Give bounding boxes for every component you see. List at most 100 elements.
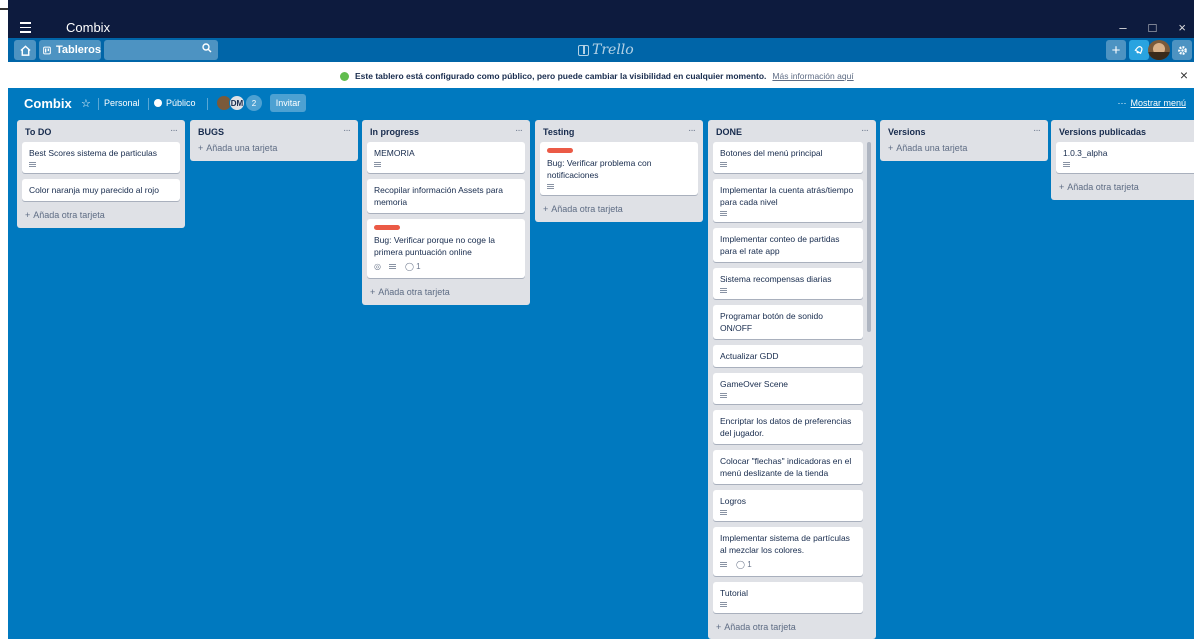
list-title[interactable]: In progress <box>370 127 419 137</box>
card[interactable]: Recopilar información Assets para memori… <box>367 179 525 213</box>
card[interactable]: GameOver Scene <box>713 373 863 404</box>
banner-more-info-link[interactable]: Más información aquí <box>772 71 853 81</box>
list-title[interactable]: Versions <box>888 127 926 137</box>
star-icon[interactable]: ☆ <box>81 97 91 110</box>
list-menu-icon[interactable]: ··· <box>861 125 869 136</box>
card-title: Botones del menú principal <box>720 148 823 158</box>
card[interactable]: Programar botón de sonido ON/OFF <box>713 305 863 339</box>
card-title: Recopilar información Assets para memori… <box>374 185 503 207</box>
card[interactable]: Sistema recompensas diarias <box>713 268 863 299</box>
list-title[interactable]: BUGS <box>198 127 224 137</box>
card[interactable]: Tutorial <box>713 582 863 613</box>
minimize-button[interactable]: – <box>1119 20 1126 35</box>
add-card-button[interactable]: + Añada una tarjeta <box>190 142 358 161</box>
comment-count: 1 <box>416 262 421 271</box>
add-card-button[interactable]: + Añada otra tarjeta <box>17 207 185 228</box>
card-title: Best Scores sistema de particulas <box>29 148 158 158</box>
card[interactable]: Colocar "flechas" indicadoras en el menú… <box>713 450 863 484</box>
add-card-label: Añada otra tarjeta <box>33 210 105 220</box>
card[interactable]: MEMORIA <box>367 142 525 173</box>
list-menu-icon[interactable]: ··· <box>1033 125 1041 136</box>
invite-button[interactable]: Invitar <box>270 94 306 112</box>
list-menu-icon[interactable]: ··· <box>343 125 351 136</box>
visibility-button[interactable]: Público <box>154 98 196 108</box>
boards-button[interactable]: Tableros <box>39 40 101 60</box>
add-card-label: Añada una tarjeta <box>896 143 968 153</box>
card[interactable]: Bug: Verificar porque no coge la primera… <box>367 219 525 278</box>
create-button[interactable]: + <box>1106 40 1126 60</box>
add-card-label: Añada otra tarjeta <box>378 287 450 297</box>
card-title: Implementar la cuenta atrás/tiempo para … <box>720 185 854 207</box>
banner-close-button[interactable]: × <box>1180 67 1188 83</box>
search-input[interactable] <box>104 40 218 60</box>
list-title[interactable]: Testing <box>543 127 574 137</box>
description-icon <box>720 288 728 294</box>
comment-icon: ◯ <box>736 560 745 569</box>
hamburger-menu-icon[interactable] <box>20 20 36 34</box>
list-menu-icon[interactable]: ··· <box>688 125 696 136</box>
card[interactable]: Encriptar los datos de preferencias del … <box>713 410 863 444</box>
user-avatar[interactable] <box>1148 40 1170 60</box>
notifications-button[interactable] <box>1129 40 1149 60</box>
list-scrollbar[interactable] <box>867 142 871 332</box>
card-title: Implementar conteo de partidas para el r… <box>720 234 840 256</box>
card-title: Sistema recompensas diarias <box>720 274 832 284</box>
board-title[interactable]: Combix <box>24 96 72 111</box>
card-title: GameOver Scene <box>720 379 789 389</box>
list-menu-icon[interactable]: ··· <box>515 125 523 136</box>
settings-button[interactable] <box>1172 40 1192 60</box>
list-todo: To DO ··· Best Scores sistema de particul… <box>17 120 185 228</box>
list-title[interactable]: To DO <box>25 127 51 137</box>
member-avatar-initials[interactable]: DM <box>229 95 245 111</box>
member-count-badge[interactable]: 2 <box>246 95 262 111</box>
description-icon <box>374 162 382 168</box>
card[interactable]: Implementar la cuenta atrás/tiempo para … <box>713 179 863 222</box>
card[interactable]: Implementar conteo de partidas para el r… <box>713 228 863 262</box>
card[interactable]: Botones del menú principal <box>713 142 863 173</box>
description-icon <box>720 393 728 399</box>
globe-icon <box>154 99 162 107</box>
add-card-button[interactable]: + Añada otra tarjeta <box>708 619 876 639</box>
list-bugs: BUGS ··· + Añada una tarjeta <box>190 120 358 161</box>
red-label <box>374 225 400 230</box>
window-title: Combix <box>66 20 111 35</box>
team-button[interactable]: Personal <box>104 98 140 108</box>
card-title: Actualizar GDD <box>720 351 779 361</box>
card-title: Bug: Verificar porque no coge la primera… <box>374 235 495 257</box>
gear-icon <box>1177 45 1187 55</box>
description-icon <box>388 264 397 270</box>
card[interactable]: Implementar sistema de partículas al mez… <box>713 527 863 576</box>
card[interactable]: 1.0.3_alpha <box>1056 142 1194 173</box>
home-icon <box>19 44 31 56</box>
card[interactable]: Best Scores sistema de particulas <box>22 142 180 173</box>
maximize-button[interactable]: □ <box>1149 20 1157 35</box>
home-button[interactable] <box>14 40 36 60</box>
trello-logo[interactable]: Trello <box>578 42 634 58</box>
card-title: Bug: Verificar problema con notificacion… <box>547 158 652 180</box>
team-label: Personal <box>104 98 140 108</box>
card-title: Tutorial <box>720 588 749 598</box>
description-icon <box>29 162 37 168</box>
add-card-button[interactable]: + Añada otra tarjeta <box>362 284 530 305</box>
list-title[interactable]: DONE <box>716 127 742 137</box>
card[interactable]: Bug: Verificar problema con notificacion… <box>540 142 698 195</box>
search-icon[interactable] <box>202 43 212 53</box>
left-edge <box>0 0 8 639</box>
list-title[interactable]: Versions publicadas <box>1059 127 1146 137</box>
close-window-button[interactable]: × <box>1178 20 1186 35</box>
card[interactable]: Logros <box>713 490 863 521</box>
show-menu-button[interactable]: ··· Mostrar menú <box>1117 98 1186 108</box>
add-card-button[interactable]: + Añada una tarjeta <box>880 142 1048 161</box>
trello-logo-icon <box>578 44 589 56</box>
card[interactable]: Color naranja muy parecido al rojo <box>22 179 180 201</box>
add-card-button[interactable]: + Añada otra tarjeta <box>1051 179 1194 200</box>
list-menu-icon[interactable]: ··· <box>170 125 178 136</box>
trello-window: Combix – □ × Tableros Trello + Este tabl… <box>8 0 1194 639</box>
card-title: Colocar "flechas" indicadoras en el menú… <box>720 456 852 478</box>
add-card-button[interactable]: + Añada otra tarjeta <box>535 201 703 222</box>
card[interactable]: Actualizar GDD <box>713 345 863 367</box>
description-icon <box>720 602 728 608</box>
list-versions-published: Versions publicadas 1.0.3_alpha + Añada o… <box>1051 120 1194 200</box>
watch-icon: ◎ <box>374 262 381 271</box>
card-title: Implementar sistema de partículas al mez… <box>720 533 850 555</box>
